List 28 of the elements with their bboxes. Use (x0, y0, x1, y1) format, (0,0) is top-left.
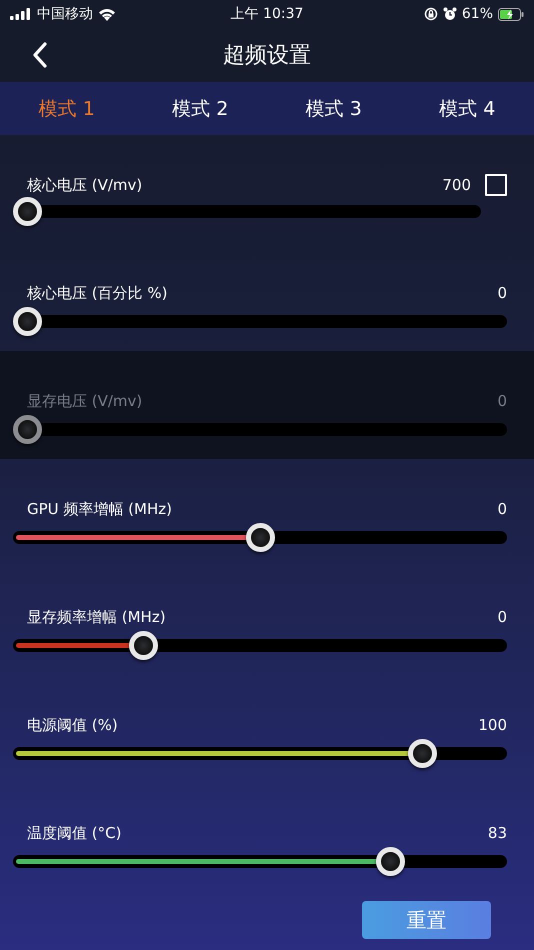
mode-tab[interactable]: 模式 4 (400, 82, 534, 135)
slider-label: 核心电压 (V/mv) (27, 176, 144, 194)
slider-label: 核心电压 (百分比 %) (27, 284, 168, 302)
page-title: 超频设置 (223, 42, 311, 70)
carrier-name: 中国移动 (37, 5, 93, 23)
slider-label: 电源阈值 (%) (27, 716, 119, 734)
mode-tab[interactable]: 模式 1 (0, 82, 134, 135)
slider-value: 700 (442, 176, 471, 194)
alarm-icon (442, 7, 457, 21)
slider-value: 0 (497, 608, 507, 626)
slider-value: 83 (488, 824, 507, 842)
wifi-icon (98, 8, 116, 20)
slider-label: 显存电压 (V/mv) (27, 392, 144, 410)
status-time: 上午 10:37 (230, 5, 304, 23)
mode-tab[interactable]: 模式 3 (267, 82, 400, 135)
slider-value: 0 (497, 284, 507, 302)
battery-icon (498, 8, 524, 20)
slider-label: 温度阈值 (°C) (27, 824, 122, 842)
rotation-lock-icon (424, 7, 438, 21)
slider-value: 0 (497, 392, 507, 410)
slider-label: 显存频率增幅 (MHz) (27, 608, 167, 626)
checkbox[interactable] (485, 174, 507, 196)
mode-tab[interactable]: 模式 2 (134, 82, 267, 135)
slider-value: 0 (497, 500, 507, 518)
slider-label: GPU 频率增幅 (MHz) (27, 500, 173, 518)
slider-value: 100 (478, 716, 507, 734)
battery-percent: 61% (462, 6, 494, 22)
signal-icon (10, 8, 32, 20)
